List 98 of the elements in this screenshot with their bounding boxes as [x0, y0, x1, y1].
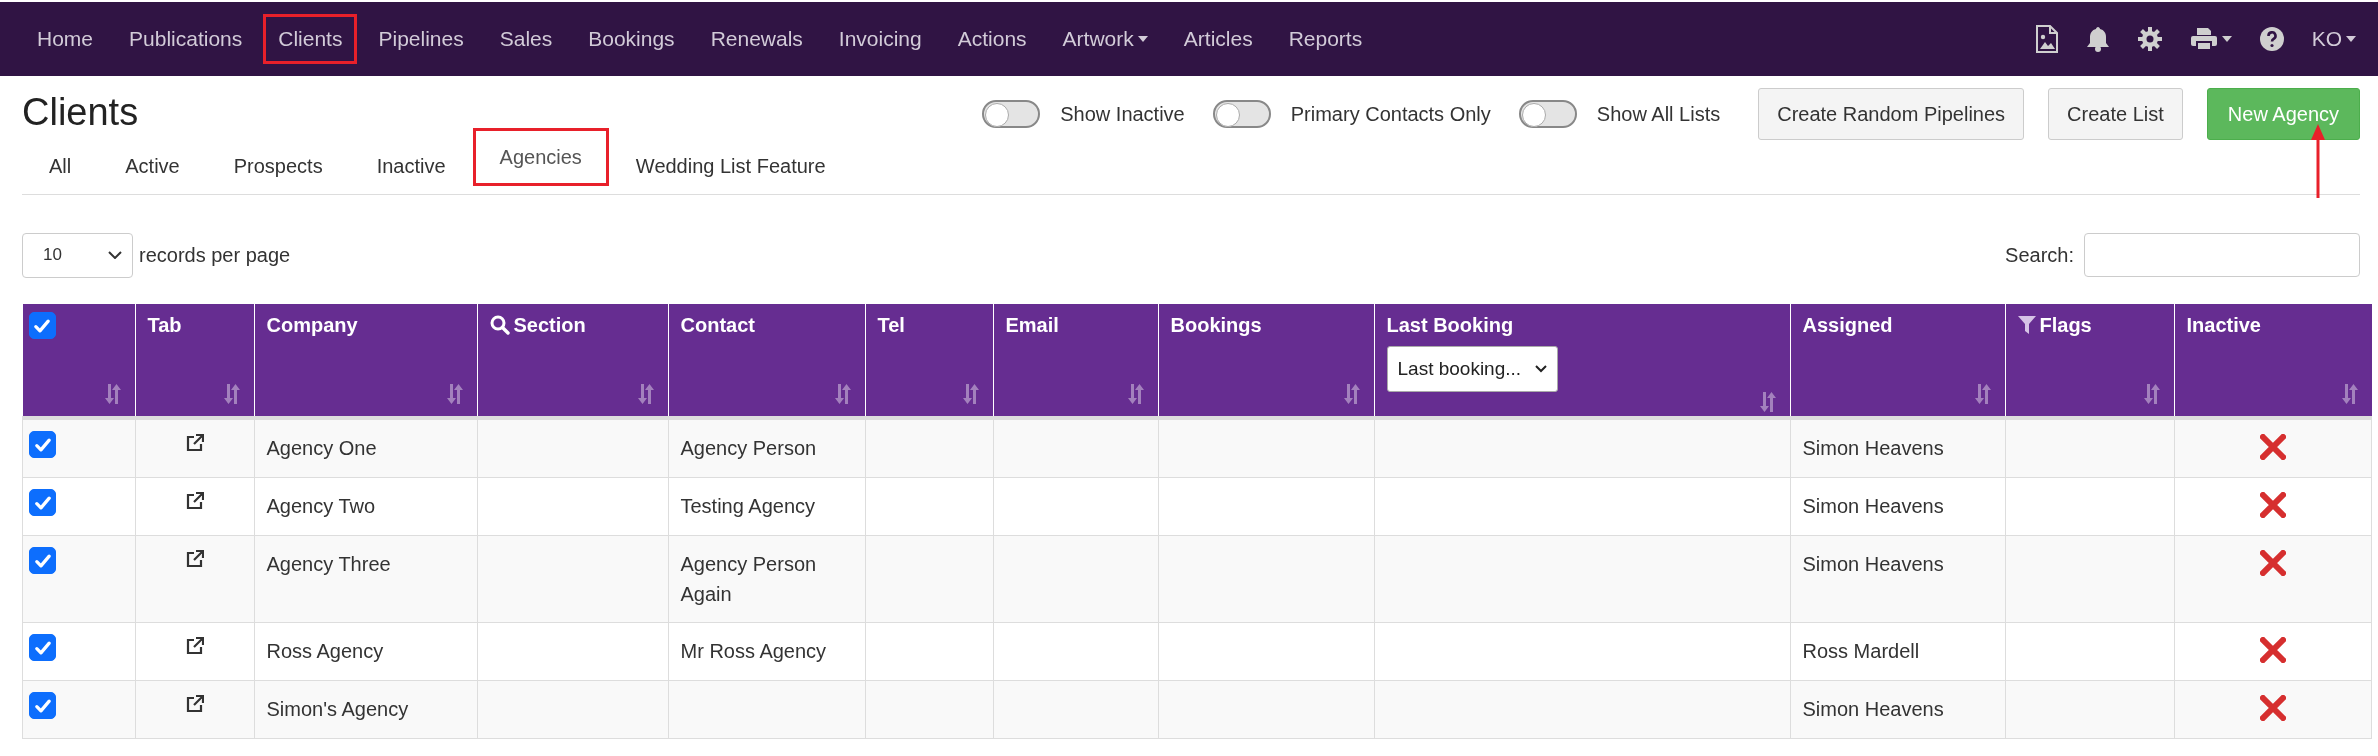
cross-icon[interactable] — [2259, 492, 2286, 518]
user-menu[interactable]: KO — [2311, 27, 2356, 51]
chevron-icon — [108, 251, 122, 259]
table-cell: Simon's Agency — [254, 680, 477, 739]
external-link-icon[interactable] — [185, 434, 204, 452]
column-label: Last Booking — [1386, 313, 1514, 338]
sort-icon[interactable] — [1341, 384, 1362, 404]
column-label: Inactive — [2186, 313, 2261, 338]
external-link-icon[interactable] — [185, 637, 204, 655]
table-cell: Testing Agency — [668, 477, 865, 536]
sort-icon[interactable] — [2141, 384, 2162, 404]
search-label: Search: — [2005, 243, 2074, 267]
table-cell: Ross Agency — [254, 622, 477, 681]
nav-link[interactable]: Home — [22, 14, 109, 64]
nav-link[interactable]: Invoicing — [823, 14, 937, 64]
nav-link[interactable]: Articles — [1168, 14, 1268, 64]
tab[interactable]: Prospects — [206, 136, 350, 194]
column-label: Contact — [680, 313, 755, 338]
external-link-icon[interactable] — [185, 492, 204, 510]
tab[interactable]: Wedding List Feature — [608, 136, 853, 194]
search-field[interactable] — [2084, 233, 2360, 277]
sort-icon[interactable] — [221, 384, 242, 404]
checkbox[interactable] — [29, 489, 56, 516]
caret-icon — [2346, 36, 2356, 42]
nav-link[interactable]: Clients — [263, 14, 358, 64]
column-label: Section — [513, 313, 586, 338]
sort-icon[interactable] — [635, 384, 656, 404]
nav-link[interactable]: Artwork — [1047, 14, 1163, 64]
table-cell: Simon Heavens — [1790, 535, 2005, 623]
help-icon[interactable] — [2259, 27, 2284, 51]
sort-icon[interactable] — [102, 384, 123, 404]
sort-icon[interactable] — [444, 384, 465, 404]
nav-link[interactable]: Actions — [942, 14, 1042, 64]
table-cell: Agency Person Again — [668, 535, 865, 623]
table-cell: Agency One — [254, 418, 477, 478]
table-cell: Simon Heavens — [1790, 418, 2005, 478]
tab[interactable]: All — [22, 136, 99, 194]
filter-icon — [2017, 316, 2036, 334]
cross-icon[interactable] — [2259, 695, 2286, 721]
sort-icon[interactable] — [832, 384, 853, 404]
column-label: Email — [1005, 313, 1059, 338]
sort-icon[interactable] — [1757, 392, 1778, 412]
column-label: Tab — [147, 313, 182, 338]
cross-icon[interactable] — [2259, 637, 2286, 663]
sort-icon[interactable] — [1125, 384, 1146, 404]
chevron-icon — [1535, 365, 1548, 373]
table-cell: Mr Ross Agency — [668, 622, 865, 681]
toggle-label: Show All Lists — [1596, 102, 1721, 126]
external-link-icon[interactable] — [185, 550, 204, 568]
checkbox[interactable] — [29, 547, 56, 574]
sort-icon[interactable] — [960, 384, 981, 404]
action-button[interactable]: Create List — [2048, 88, 2183, 140]
column-label: Assigned — [1802, 313, 1893, 338]
nav-link[interactable]: Bookings — [573, 14, 690, 64]
bell-icon[interactable] — [2085, 26, 2110, 52]
caret-icon — [2221, 36, 2232, 42]
table-cell: Agency Person — [668, 418, 865, 478]
search-icon — [489, 315, 510, 335]
toggle-label: Show Inactive — [1060, 102, 1185, 126]
column-label: Tel — [877, 313, 905, 338]
checkbox[interactable] — [29, 431, 56, 458]
caret-icon — [1137, 36, 1148, 42]
tab[interactable]: Active — [98, 136, 207, 194]
tab[interactable]: Agencies — [472, 128, 609, 186]
sort-icon[interactable] — [2339, 384, 2360, 404]
toggle-switch[interactable] — [982, 100, 1041, 128]
nav-link[interactable]: Reports — [1273, 14, 1378, 64]
checkbox[interactable] — [28, 312, 56, 339]
table-cell: Agency Three — [254, 535, 477, 623]
nav-link[interactable]: Pipelines — [363, 14, 479, 64]
cross-icon[interactable] — [2259, 550, 2286, 576]
column-label: Flags — [2039, 313, 2092, 338]
page-title: Clients — [22, 90, 140, 135]
sort-icon[interactable] — [1972, 384, 1993, 404]
image-file-icon[interactable] — [2035, 25, 2058, 53]
toggle-switch[interactable] — [1518, 100, 1577, 128]
tab[interactable]: Inactive — [349, 136, 473, 194]
table-cell: Simon Heavens — [1790, 680, 2005, 739]
toggle-label: Primary Contacts Only — [1290, 102, 1491, 126]
records-per-page-select[interactable]: 10 — [22, 232, 133, 278]
nav-link[interactable]: Sales — [484, 14, 568, 64]
external-link-icon[interactable] — [185, 695, 204, 713]
table-cell: Agency Two — [254, 477, 477, 536]
checkbox[interactable] — [29, 692, 56, 719]
table-cell: Simon Heavens — [1790, 477, 2005, 536]
nav-link[interactable]: Publications — [114, 14, 258, 64]
printer-menu[interactable] — [2189, 27, 2232, 51]
printer-icon — [2189, 27, 2218, 51]
cross-icon[interactable] — [2259, 434, 2286, 460]
table-cell: Ross Mardell — [1790, 622, 2005, 681]
column-label: Bookings — [1170, 313, 1262, 338]
action-button[interactable]: Create Random Pipelines — [1758, 88, 2025, 140]
checkbox[interactable] — [29, 634, 56, 661]
nav-link[interactable]: Renewals — [695, 14, 818, 64]
records-per-page-label: records per page — [139, 243, 292, 267]
toggle-switch[interactable] — [1212, 100, 1271, 128]
last-booking-select[interactable]: Last booking... — [1386, 346, 1559, 392]
column-label: Company — [266, 313, 358, 338]
